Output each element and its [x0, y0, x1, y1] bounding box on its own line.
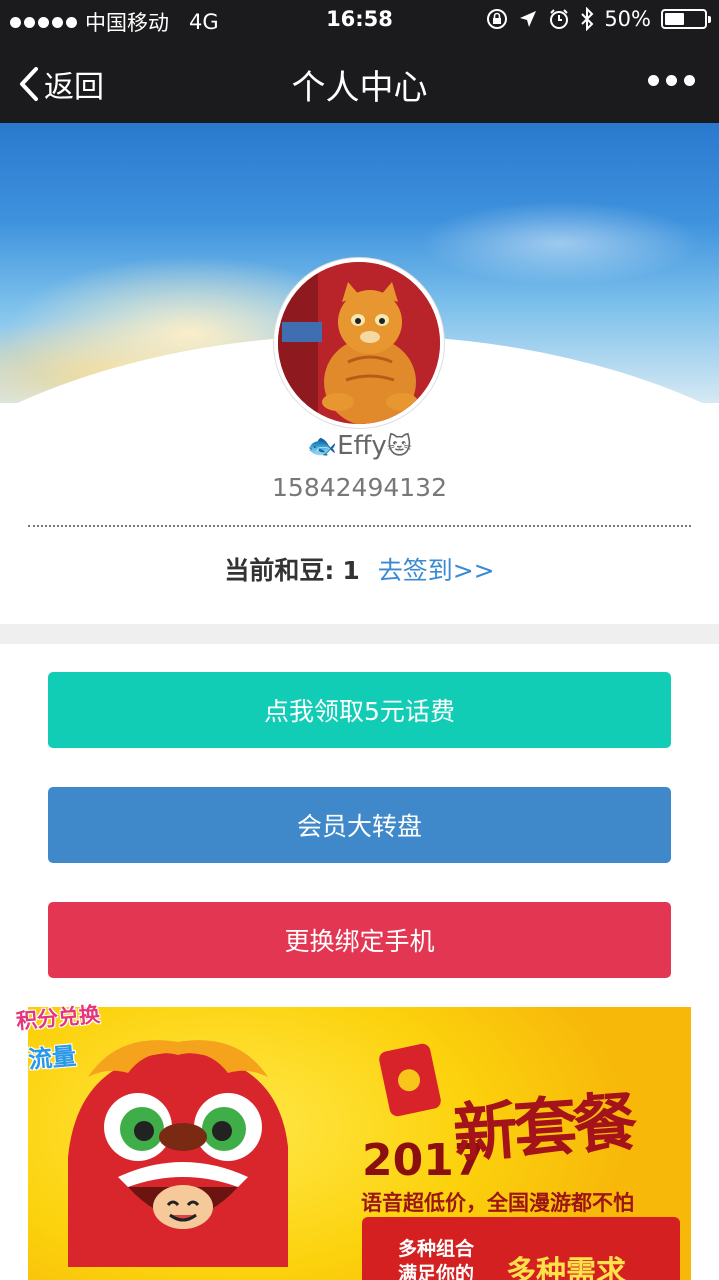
- user-phone: 15842494132: [272, 473, 447, 502]
- beans-value: 1: [342, 556, 360, 585]
- banner-title: 新套餐: [450, 1084, 636, 1173]
- user-name-text: Effy: [337, 431, 387, 461]
- profile-header: 🐟Effy🐱 15842494132 当前和豆: 1 去签到>>: [0, 123, 719, 623]
- red-envelope-icon: [377, 1042, 443, 1118]
- fish-emoji-icon: 🐟: [307, 432, 338, 460]
- battery-percent: 50%: [604, 7, 651, 31]
- points-exchange-sticker[interactable]: 积分兑换 流量: [12, 998, 117, 1078]
- lucky-wheel-button[interactable]: 会员大转盘: [48, 787, 671, 863]
- change-phone-button[interactable]: 更换绑定手机: [48, 902, 671, 978]
- beans-label: 当前和豆:: [224, 556, 335, 585]
- sign-in-link[interactable]: 去签到>>: [378, 556, 495, 585]
- cat-emoji-icon: 🐱: [386, 432, 412, 460]
- banner-subtitle: 语音超低价，全国漫游都不怕: [361, 1191, 634, 1215]
- banner-box-right: 多种需求: [506, 1255, 626, 1280]
- user-name: 🐟Effy🐱: [0, 431, 719, 461]
- more-dots-icon[interactable]: [648, 75, 695, 86]
- claim-fee-button[interactable]: 点我领取5元话费: [48, 672, 671, 748]
- bluetooth-icon: [581, 7, 594, 31]
- sticker-line2: 流量: [27, 1041, 78, 1075]
- location-icon: [520, 11, 537, 27]
- nav-bar: 返回 个人中心: [0, 40, 719, 123]
- beans-row: 当前和豆: 1 去签到>>: [0, 551, 719, 587]
- alarm-icon: [550, 9, 569, 29]
- sticker-line1: 积分兑换: [15, 1002, 101, 1034]
- orientation-lock-icon: [487, 9, 508, 29]
- battery-fill: [665, 13, 684, 25]
- page-title: 个人中心: [291, 68, 428, 108]
- cat-avatar-image: [278, 262, 440, 424]
- battery-icon: [661, 9, 711, 29]
- avatar[interactable]: [274, 258, 444, 428]
- banner-box-left: 多种组合 满足你的: [398, 1237, 474, 1280]
- banner-box-left-line1: 多种组合: [398, 1238, 475, 1260]
- section-divider: [0, 624, 719, 644]
- status-bar: 中国移动 4G 16:58 50%: [0, 0, 719, 40]
- status-right: 50%: [486, 7, 711, 31]
- promo-banner[interactable]: 2017 新套餐 语音超低价，全国漫游都不怕 多种组合 满足你的 多种需求: [28, 1007, 691, 1280]
- dotted-divider: [28, 525, 691, 527]
- banner-box-left-line2: 满足你的: [398, 1263, 475, 1280]
